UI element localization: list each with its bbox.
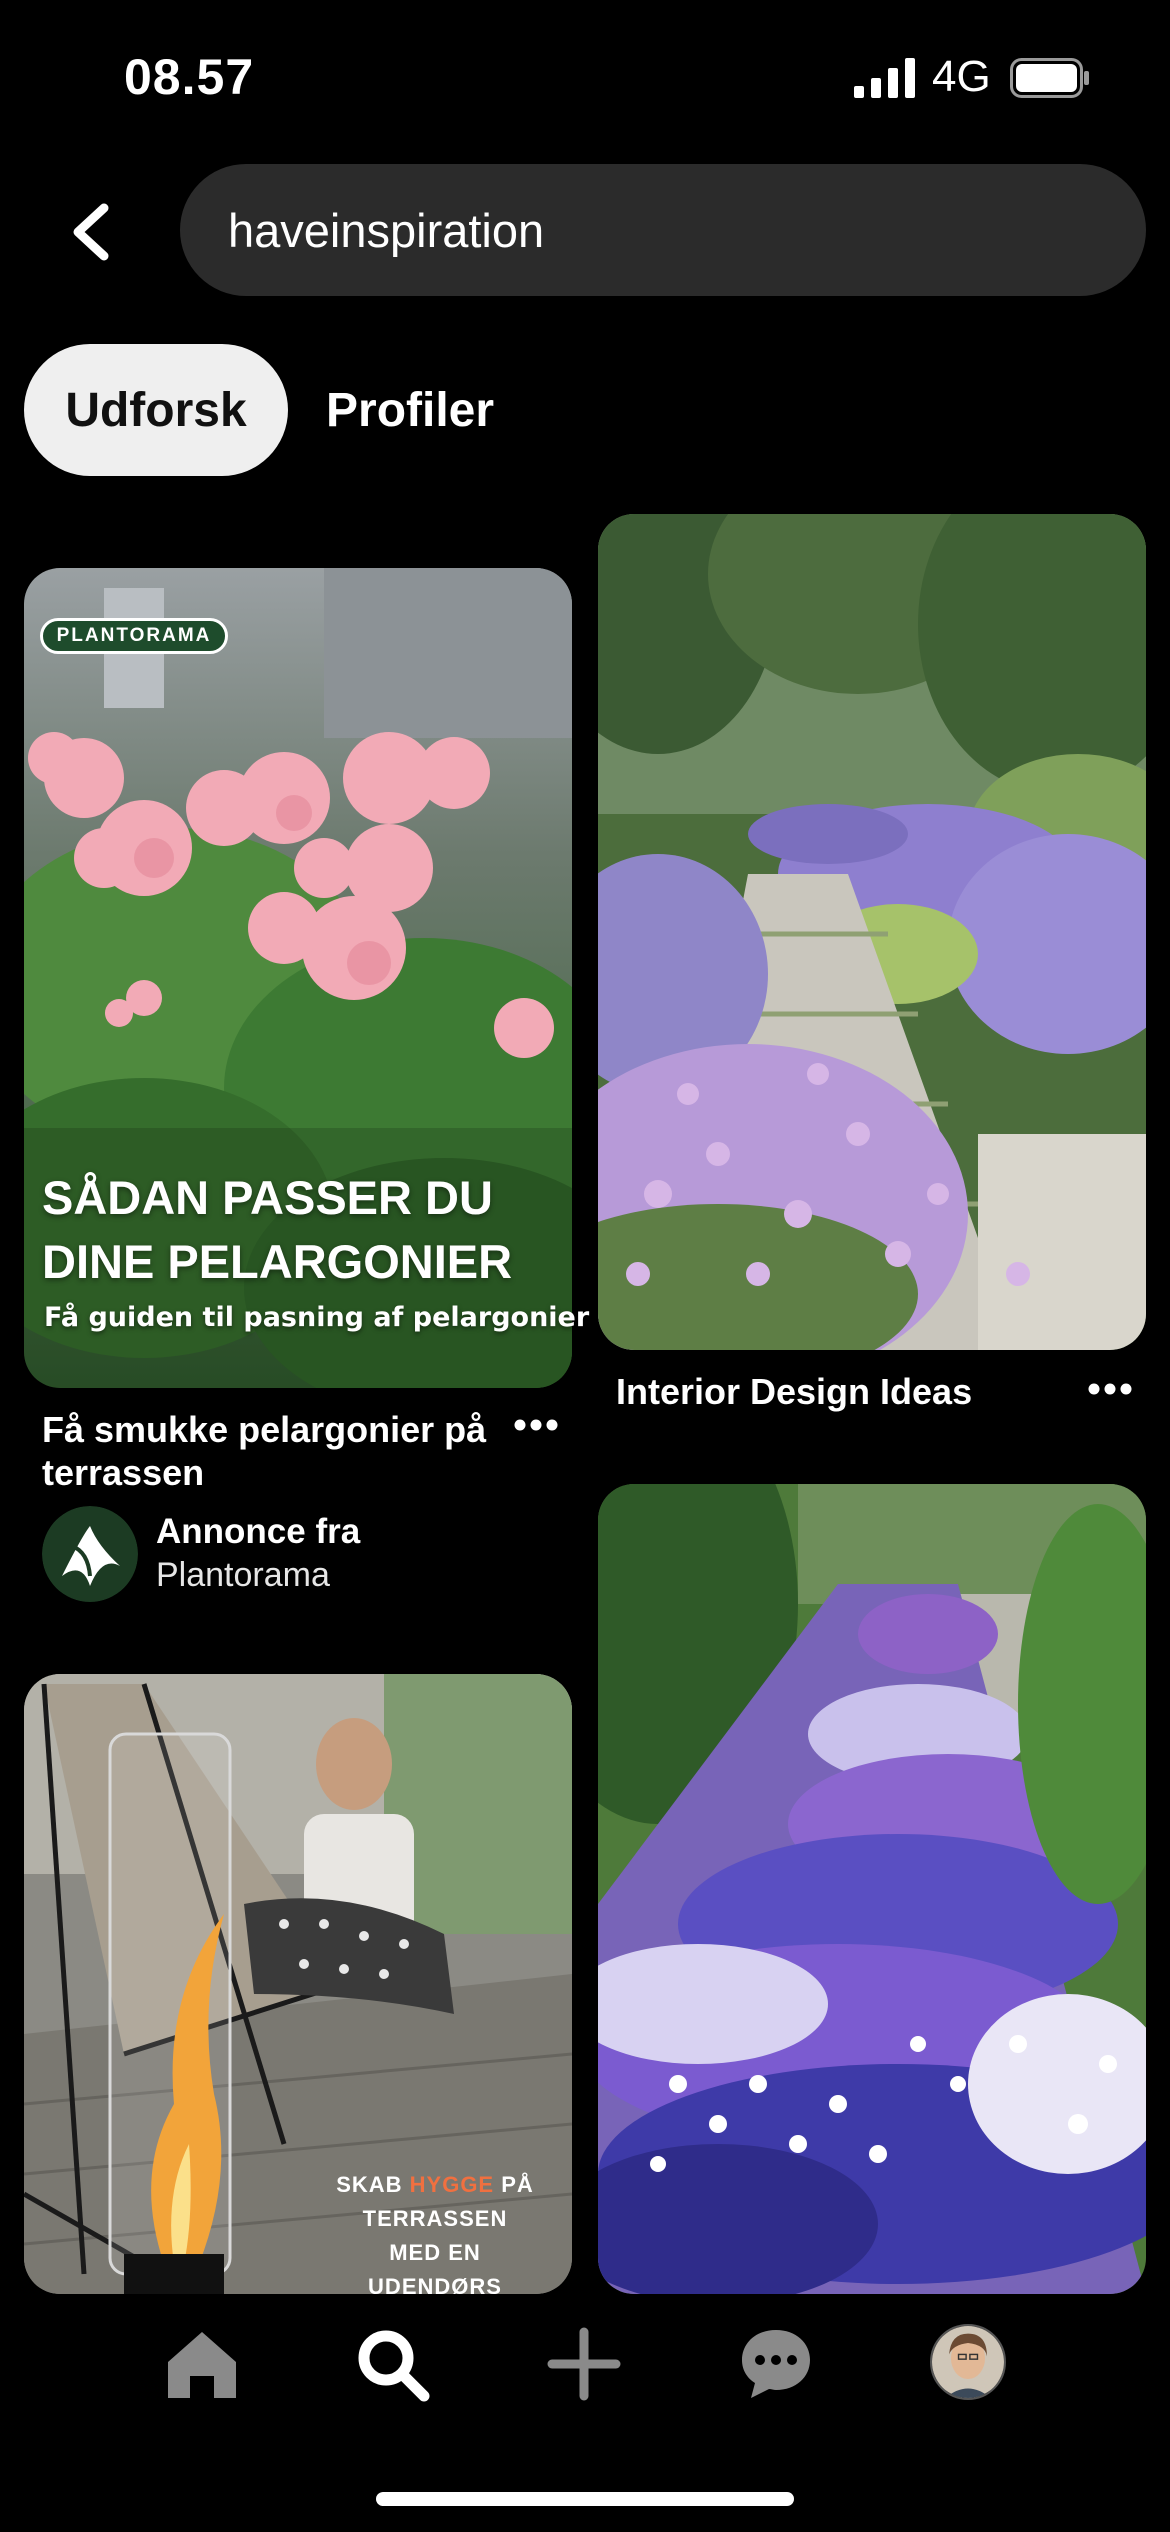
pin-title[interactable]: Interior Design Ideas <box>616 1370 972 1413</box>
chat-icon[interactable] <box>738 2326 814 2402</box>
plus-icon[interactable] <box>546 2326 622 2402</box>
home-indicator <box>376 2492 794 2506</box>
search-icon[interactable] <box>354 2326 430 2402</box>
network-label: 4G <box>932 52 991 101</box>
advertiser-avatar[interactable] <box>42 1506 138 1602</box>
pin-image-garden-path[interactable] <box>598 514 1146 1350</box>
pin-title[interactable]: Få smukke pelargonier på terrassen <box>42 1408 502 1494</box>
home-icon[interactable] <box>164 2326 240 2402</box>
pin-image-ad-text: SKAB HYGGE PÅ TERRASSEN MED EN UDENDØRS <box>336 2172 534 2299</box>
tab-udforsk[interactable]: Udforsk <box>24 344 288 476</box>
tab-profiler[interactable]: Profiler <box>326 344 494 476</box>
pin-image-headline: SÅDAN PASSER DU DINE PELARGONIER <box>42 1171 513 1288</box>
advertiser-name[interactable]: Plantorama <box>156 1556 330 1595</box>
ad-label: Annonce fra <box>156 1512 361 1551</box>
battery-icon <box>1010 58 1089 98</box>
pin-image-flower-border[interactable] <box>598 1484 1146 2294</box>
back-arrow-icon[interactable] <box>64 200 120 264</box>
status-time: 08.57 <box>124 49 255 105</box>
search-query: haveinspiration <box>228 203 545 257</box>
search-input[interactable]: haveinspiration <box>180 164 1146 296</box>
more-options-icon[interactable] <box>1088 1374 1132 1404</box>
pin-image-subline: Få guiden til pasning af pelargonier <box>44 1302 590 1333</box>
profile-avatar[interactable] <box>930 2324 1006 2400</box>
more-options-icon[interactable] <box>514 1410 558 1440</box>
plantorama-logo: PLANTORAMA <box>40 618 228 654</box>
signal-icon <box>854 58 915 98</box>
